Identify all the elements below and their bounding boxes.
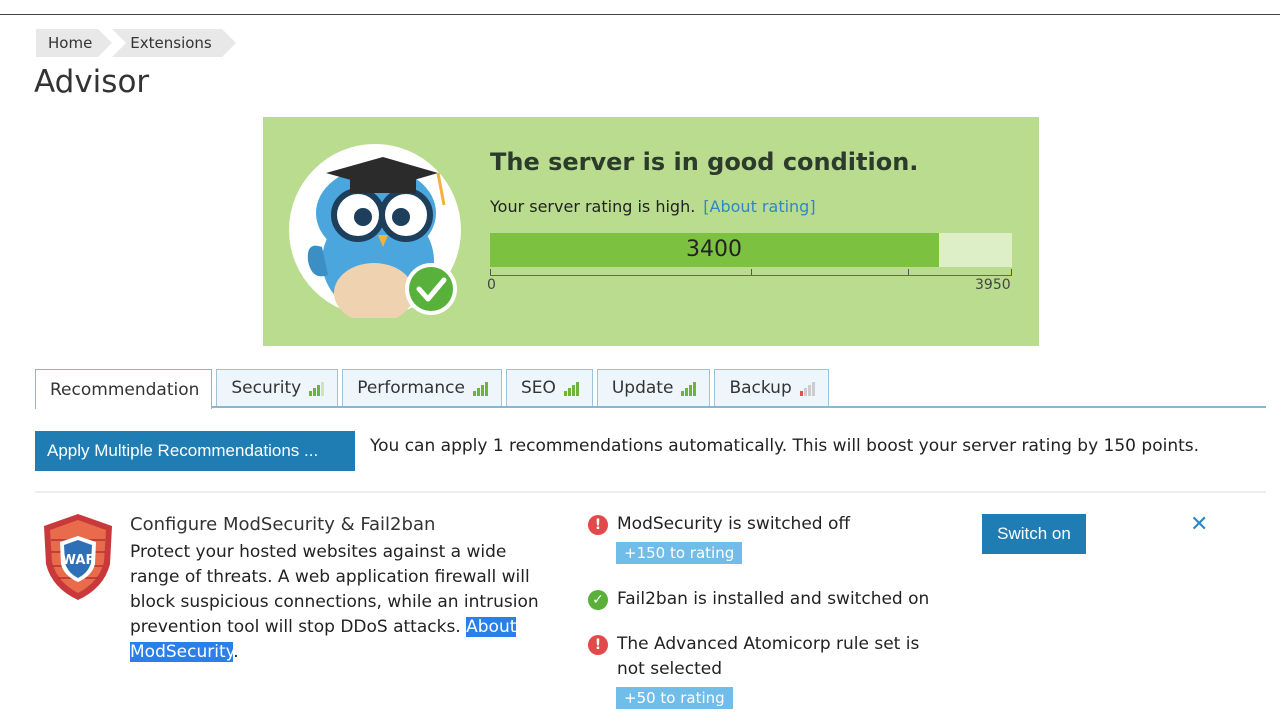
rating-bar: 3400 xyxy=(490,233,1012,267)
about-rating-link[interactable]: [About rating] xyxy=(703,197,815,216)
check-text: Fail2ban is installed and switched on xyxy=(617,589,930,609)
apply-multiple-recommendations-button[interactable]: Apply Multiple Recommendations ... xyxy=(35,431,355,471)
tab-performance[interactable]: Performance xyxy=(342,369,502,406)
recommendation-title: Configure ModSecurity & Fail2ban xyxy=(130,514,436,535)
tab-recommendation[interactable]: Recommendation xyxy=(35,369,213,409)
close-icon[interactable]: ✕ xyxy=(1190,512,1208,537)
signal-bars-icon xyxy=(309,380,325,396)
waf-shield-label: WAF xyxy=(62,553,95,568)
rating-scale xyxy=(490,267,1012,276)
status-headline: The server is in good condition. xyxy=(490,148,919,176)
breadcrumb-extensions[interactable]: Extensions xyxy=(112,29,237,57)
signal-bars-icon xyxy=(799,380,816,396)
signal-bars-icon xyxy=(563,380,580,396)
switch-on-button[interactable]: Switch on xyxy=(982,514,1086,554)
description-suffix: . xyxy=(233,642,239,662)
check-item-atomicorp: ! The Advanced Atomicorp rule set is not… xyxy=(588,632,947,711)
page-title: Advisor xyxy=(34,64,150,100)
signal-bars-icon xyxy=(472,380,489,396)
rating-badge: +150 to rating xyxy=(616,542,743,564)
tab-label: SEO xyxy=(520,378,556,398)
waf-shield-icon: WAF xyxy=(44,514,112,600)
signal-bars-icon xyxy=(681,380,697,396)
breadcrumb-home[interactable]: Home xyxy=(36,29,113,57)
status-subline: Your server rating is high. [About rating… xyxy=(490,197,816,216)
scale-tick xyxy=(490,269,491,275)
breadcrumb: Home Extensions xyxy=(36,29,237,57)
scale-tick xyxy=(908,269,909,275)
tab-label: Security xyxy=(231,378,302,398)
check-circle-icon: ✓ xyxy=(588,590,608,610)
rating-value: 3400 xyxy=(686,237,742,262)
apply-info-text: You can apply 1 recommendations automati… xyxy=(370,436,1200,456)
tab-update[interactable]: Update xyxy=(596,369,711,406)
tab-label: Update xyxy=(611,378,674,398)
rating-summary: Your server rating is high. xyxy=(490,197,696,216)
top-divider xyxy=(0,14,1280,15)
tab-seo[interactable]: SEO xyxy=(505,369,593,406)
scale-min-label: 0 xyxy=(487,277,496,293)
tab-label: Backup xyxy=(729,378,792,398)
rating-badge: +50 to rating xyxy=(616,687,733,709)
error-icon: ! xyxy=(588,635,608,655)
tabs-underline xyxy=(35,406,1266,408)
tab-label: Recommendation xyxy=(50,379,200,400)
error-icon: ! xyxy=(588,515,608,535)
section-divider xyxy=(35,491,1266,493)
tab-security[interactable]: Security xyxy=(216,369,339,406)
check-text: The Advanced Atomicorp rule set is not s… xyxy=(617,634,920,679)
tab-backup[interactable]: Backup xyxy=(714,369,829,406)
server-status-panel: The server is in good condition. Your se… xyxy=(263,117,1039,346)
scale-max-label: 3950 xyxy=(975,277,1011,293)
owl-mascot-icon xyxy=(289,144,461,318)
check-text: ModSecurity is switched off xyxy=(617,514,851,534)
recommendation-description: Protect your hosted websites against a w… xyxy=(130,540,540,665)
tab-label: Performance xyxy=(357,378,465,398)
scale-tick xyxy=(1011,269,1012,275)
check-item-fail2ban: ✓ Fail2ban is installed and switched on xyxy=(588,587,957,612)
advisor-tabs: Recommendation Security Performance SEO … xyxy=(35,369,833,409)
scale-tick xyxy=(751,269,752,275)
check-item-modsecurity: ! ModSecurity is switched off +150 to ra… xyxy=(588,512,957,566)
